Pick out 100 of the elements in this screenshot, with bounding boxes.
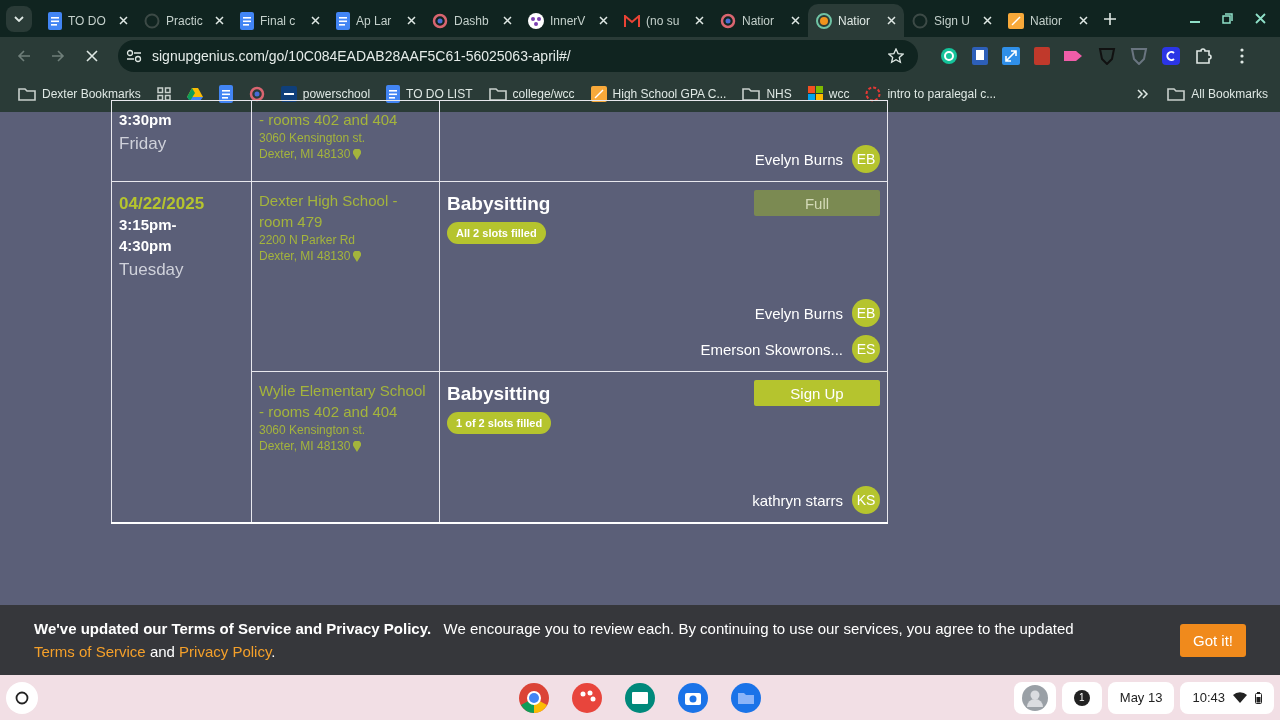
four-squares-icon [807, 86, 823, 101]
map-pin-icon[interactable] [353, 148, 362, 160]
launcher-button[interactable] [6, 681, 38, 714]
bookmark-star-icon[interactable] [888, 48, 904, 64]
site-settings-icon[interactable] [126, 49, 142, 63]
participant-name: kathryn starrs [752, 491, 843, 509]
browser-tab[interactable]: InnerV [520, 4, 616, 37]
tab-search-button[interactable] [6, 5, 32, 32]
location-address: 2200 N Parker Rd [259, 232, 357, 248]
terms-link[interactable]: Terms of Service [34, 643, 146, 660]
bookmark-link[interactable]: High School GPA C... [612, 86, 727, 101]
slot-time: 3:30pm [119, 110, 173, 130]
browser-tab[interactable]: Sign U [904, 4, 1000, 37]
browser-tab[interactable]: (no su [616, 4, 712, 37]
close-icon[interactable] [503, 16, 512, 25]
folder-icon[interactable] [730, 681, 762, 714]
paint-palette-icon[interactable] [571, 681, 603, 714]
browser-tab[interactable]: Dashb [424, 4, 520, 37]
location-city: Dexter, MI 48130 [259, 438, 351, 454]
extension-icon[interactable] [1162, 47, 1180, 65]
extension-icon[interactable] [940, 47, 958, 65]
close-icon[interactable] [119, 16, 128, 25]
activity-title: Babysitting [447, 193, 551, 215]
document-icon [336, 11, 350, 30]
expand-arrows-icon[interactable] [1002, 47, 1020, 65]
participant-name: Evelyn Burns [754, 304, 843, 322]
close-icon[interactable] [599, 16, 608, 25]
new-tab-icon[interactable] [1104, 12, 1116, 25]
map-pin-icon[interactable] [353, 440, 362, 452]
bookmark-link[interactable]: college/wcc [512, 86, 575, 101]
ring-icon [432, 12, 448, 29]
slot-time: 3:15pm- 4:30pm [119, 215, 178, 256]
ring-icon [248, 85, 265, 102]
document-icon [48, 11, 62, 30]
cookie-notice-text: We've updated our Terms of Service and Privacy Policy. We encourage you to review each. By continuing to use our services, you agree to the updated Terms of Service and Privacy Policy. [34, 619, 1075, 662]
shield-icon[interactable] [1130, 47, 1148, 65]
tab-title: Dashb [454, 13, 489, 28]
bookmark-link[interactable]: Dexter Bookmarks [42, 86, 141, 101]
map-pin-icon[interactable] [353, 250, 362, 262]
menu-icon[interactable] [1240, 48, 1244, 64]
address-bar[interactable]: signupgenius.com/go/10C084EADAB28AAF5C61-56025063-april#/ [118, 40, 918, 72]
video-icon[interactable] [1064, 49, 1084, 63]
browser-icon[interactable] [518, 681, 550, 714]
initials-avatar: EB [852, 145, 880, 173]
slots-filled-badge: All 2 slots filled [447, 222, 546, 244]
restore-icon[interactable] [1222, 13, 1233, 24]
location-address: 3060 Kensington st. [259, 130, 367, 146]
tab-title: (no su [646, 13, 680, 28]
triangle-icon [186, 86, 203, 101]
close-icon[interactable] [887, 16, 896, 25]
tab-title: Practic [166, 13, 203, 28]
tab-title: Natior [742, 13, 774, 28]
all-bookmarks-link[interactable]: All Bookmarks [1191, 86, 1268, 101]
close-icon[interactable] [983, 16, 992, 25]
chevron-double-right-icon[interactable] [1137, 88, 1150, 99]
bookmark-link[interactable]: powerschool [302, 86, 371, 101]
account-button[interactable] [1013, 681, 1056, 714]
browser-tab[interactable]: Ap Lar [328, 4, 424, 37]
close-icon[interactable] [407, 16, 416, 25]
square-icon [590, 85, 607, 102]
browser-tab[interactable]: Natior [1000, 4, 1096, 37]
browser-tab[interactable]: TO DO [40, 4, 136, 37]
browser-tab[interactable]: Final c [232, 4, 328, 37]
bookmark-link[interactable]: TO DO LIST [406, 86, 473, 101]
close-icon[interactable] [695, 16, 704, 25]
tab-title: TO DO [68, 13, 106, 28]
browser-tab[interactable]: Practic [136, 4, 232, 37]
close-icon[interactable] [791, 16, 800, 25]
classroom-icon[interactable] [624, 681, 656, 714]
location-address: 3060 Kensington st. [259, 422, 367, 438]
initials-avatar: KS [852, 486, 880, 514]
bookmark-link[interactable]: intro to paralegal c... [887, 86, 997, 101]
initials-avatar: ES [852, 335, 880, 363]
notification-count[interactable]: 1 [1073, 689, 1090, 706]
bookmark-link[interactable]: wcc [828, 86, 850, 101]
activity-title: Babysitting [447, 383, 551, 405]
ring-icon [720, 12, 736, 29]
puzzle-icon[interactable] [1194, 47, 1212, 65]
tab-title: Final c [260, 13, 296, 28]
camera-icon[interactable] [677, 681, 709, 714]
bookmark-link[interactable]: NHS [766, 86, 792, 101]
browser-tab[interactable]: Natior [808, 4, 904, 37]
tab-title: Sign U [934, 13, 971, 28]
wifi-icon[interactable] [1233, 692, 1247, 703]
folder-icon [488, 86, 507, 101]
circle-icon [15, 690, 29, 705]
document-icon [240, 11, 254, 30]
location-city: Dexter, MI 48130 [259, 248, 351, 264]
close-icon[interactable] [311, 16, 320, 25]
battery-icon[interactable] [1255, 691, 1262, 704]
participant-name: Emerson Skowrons... [700, 340, 843, 358]
participant-name: Evelyn Burns [754, 150, 843, 168]
close-icon[interactable] [215, 16, 224, 25]
close-icon[interactable] [1079, 16, 1088, 25]
tab-title: Natior [1030, 13, 1062, 28]
slots-filled-badge: 1 of 2 slots filled [447, 412, 552, 434]
slot-date: 04/22/2025 [119, 194, 206, 214]
clock-time[interactable]: 10:43 [1192, 690, 1225, 705]
close-icon[interactable] [1255, 13, 1266, 24]
browser-tab[interactable]: Natior [712, 4, 808, 37]
